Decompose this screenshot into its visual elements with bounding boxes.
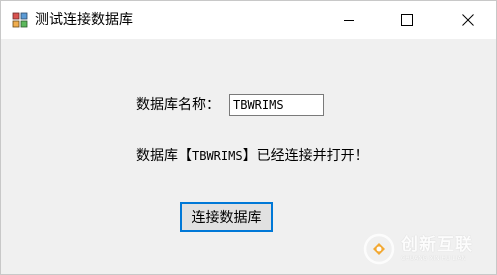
minimize-icon	[344, 20, 354, 21]
db-name-label: 数据库名称：	[136, 97, 220, 113]
app-icon	[12, 12, 28, 28]
status-prefix: 数据库【	[136, 148, 192, 164]
app-window: 测试连接数据库 数据库名称： 数据库【TBWRIMS】已经连接并打开！ 连接数据…	[0, 0, 497, 275]
title-bar[interactable]: 测试连接数据库	[1, 1, 496, 39]
maximize-icon	[401, 14, 413, 26]
watermark-brand: 创新互联	[401, 235, 473, 255]
connection-status-text: 数据库【TBWRIMS】已经连接并打开！	[136, 146, 369, 166]
window-title: 测试连接数据库	[35, 12, 133, 28]
minimize-button[interactable]	[326, 1, 372, 39]
maximize-button[interactable]	[384, 1, 430, 39]
close-icon	[462, 14, 474, 26]
status-suffix: 】已经连接并打开！	[242, 148, 369, 164]
brand-logo-icon	[363, 233, 395, 265]
connect-database-button[interactable]: 连接数据库	[180, 202, 273, 232]
status-db-name: TBWRIMS	[192, 149, 243, 163]
watermark-logo: 创新互联 CHUANG XIN HU LIAN	[363, 229, 493, 269]
close-button[interactable]	[445, 1, 491, 39]
db-name-input[interactable]	[229, 94, 324, 116]
watermark-subtitle: CHUANG XIN HU LIAN	[401, 255, 467, 262]
